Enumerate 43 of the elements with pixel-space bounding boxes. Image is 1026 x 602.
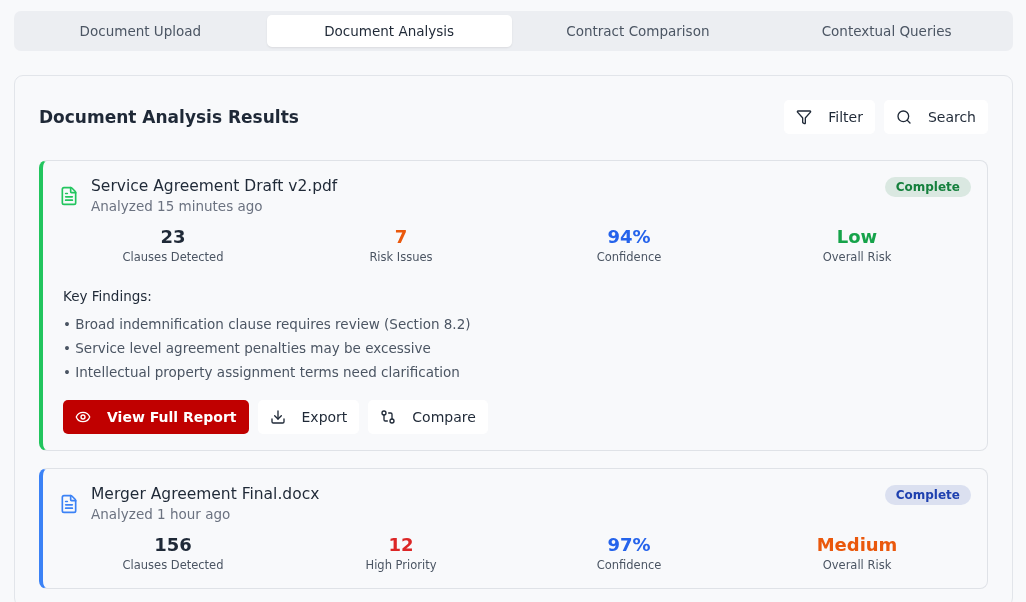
document-icon (59, 493, 79, 514)
stat-value: 23 (159, 226, 187, 247)
status-badge: Complete (884, 485, 971, 505)
stat-label: Clauses Detected (121, 250, 225, 264)
compare-icon (380, 409, 397, 425)
tab[interactable]: Contextual Queries (764, 15, 1009, 47)
status-badge: Complete (884, 177, 971, 197)
stat-label: Overall Risk (821, 558, 893, 572)
document-name: Service Agreement Draft v2.pdf (91, 177, 338, 195)
tab[interactable]: Document Analysis (266, 15, 512, 47)
filter-button[interactable]: Filter (784, 100, 875, 134)
finding-item: • Broad indemnification clause requires review (Section 8.2) (63, 315, 472, 334)
analyzed-time: Analyzed 1 hour ago (91, 506, 232, 522)
view-button[interactable]: View Full Report (63, 400, 249, 434)
stat-value: Low (835, 226, 879, 247)
stat-value: 7 (393, 226, 409, 247)
analyzed-time: Analyzed 15 minutes ago (91, 198, 264, 214)
filter-icon (796, 109, 813, 125)
document-name: Merger Agreement Final.docx (91, 485, 320, 503)
stat-value: 97% (606, 534, 652, 555)
finding-item: • Service level agreement penalties may be excessive (63, 339, 432, 358)
stat-label: High Priority (364, 558, 438, 572)
tab[interactable]: Document Upload (18, 15, 263, 47)
stat-value: 12 (387, 534, 415, 555)
stat-value: Medium (815, 534, 899, 555)
search-icon (895, 109, 912, 125)
finding-item: • Intellectual property assignment terms need clarification (63, 363, 461, 382)
tab[interactable]: Contract Comparison (515, 15, 761, 47)
eye-icon (75, 409, 91, 425)
document-icon (59, 185, 79, 206)
stat-label: Risk Issues (368, 250, 434, 264)
stat-label: Clauses Detected (121, 558, 225, 572)
export-button[interactable]: Export (257, 400, 360, 434)
stat-value: 156 (153, 534, 193, 555)
stat-label: Confidence (595, 250, 663, 264)
stat-value: 94% (606, 226, 652, 247)
search-button[interactable]: Search (883, 100, 988, 134)
stat-label: Confidence (595, 558, 663, 572)
compare-button[interactable]: Compare (368, 400, 488, 434)
findings-title: Key Findings: (63, 288, 153, 304)
download-icon (269, 409, 286, 425)
panel-title: Document Analysis Results (39, 107, 299, 127)
stat-label: Overall Risk (821, 250, 893, 264)
